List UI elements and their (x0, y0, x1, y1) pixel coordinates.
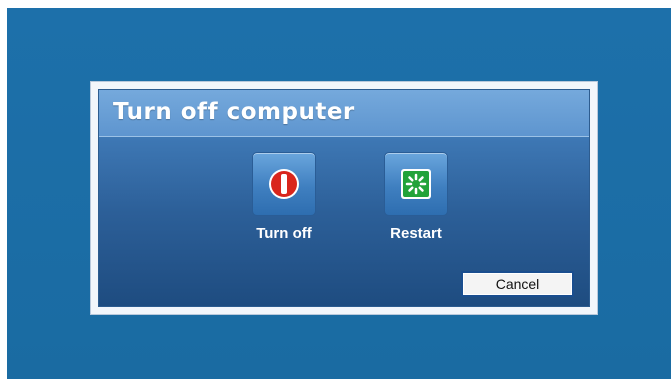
desktop-background: Turn off computer Turn off Restart Cance… (7, 8, 671, 379)
restart-icon (401, 169, 431, 199)
dialog-frame: Turn off computer Turn off Restart Cance… (98, 89, 590, 307)
turn-off-dialog: Turn off computer Turn off Restart Cance… (90, 81, 598, 315)
turn-off-label: Turn off (256, 225, 312, 242)
restart-label: Restart (390, 225, 442, 242)
cancel-button[interactable]: Cancel (461, 271, 574, 297)
turn-off-option[interactable]: Turn off (244, 152, 324, 242)
dialog-body: Turn off Restart Cancel (99, 137, 589, 306)
dialog-title: Turn off computer (113, 99, 355, 125)
turn-off-button[interactable] (252, 152, 316, 216)
power-icon (269, 169, 299, 199)
restart-option[interactable]: Restart (376, 152, 456, 242)
restart-button[interactable] (384, 152, 448, 216)
dialog-title-bar: Turn off computer (99, 90, 589, 137)
